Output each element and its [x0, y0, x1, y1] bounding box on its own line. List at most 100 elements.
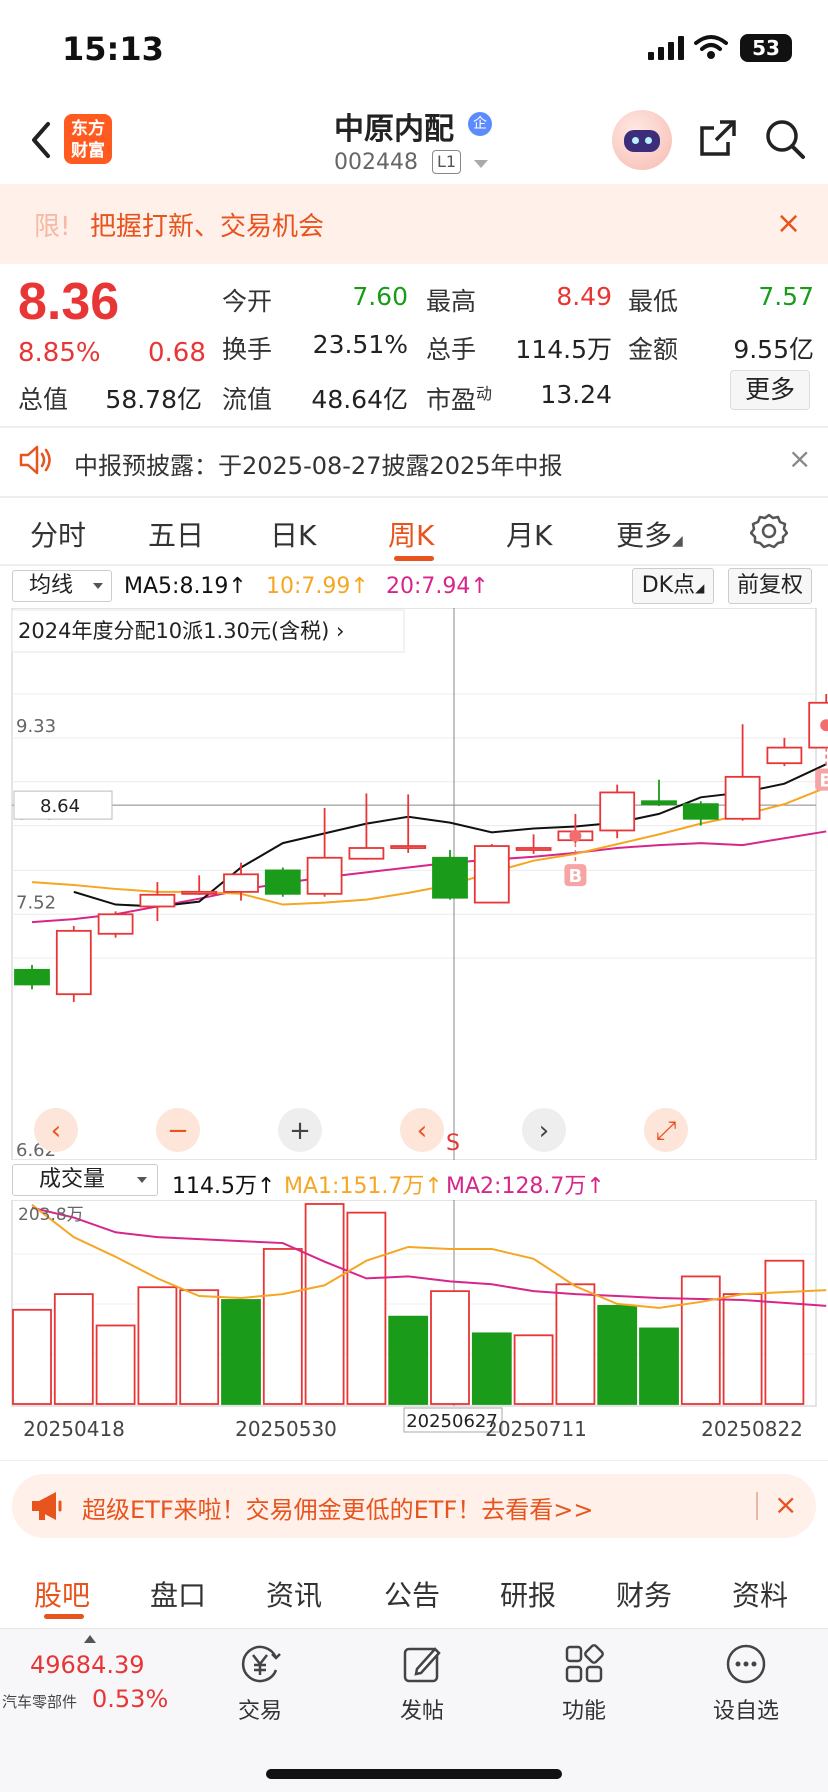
buy-marker-label: B — [569, 866, 583, 887]
promo-prefix: 限! — [34, 212, 71, 242]
stock-code: 002448 — [334, 150, 418, 175]
turnover-label: 换手 — [222, 335, 273, 364]
more-button[interactable]: 更多 — [730, 370, 810, 410]
gear-icon[interactable] — [750, 512, 788, 550]
nav-trade[interactable]: 交易 — [200, 1639, 320, 1725]
adjust-button[interactable]: 前复权 — [728, 568, 812, 604]
tab-monthly-k[interactable]: 月K — [506, 514, 552, 554]
candle-body — [223, 873, 259, 893]
volume-indicator-select[interactable]: 成交量 — [12, 1164, 158, 1196]
volume-toolbar: 成交量 114.5万↑ MA1:151.7万↑ MA2:128.7万↑ — [0, 1162, 828, 1200]
tab-weekly-k[interactable]: 周K — [388, 514, 434, 554]
volume-bar — [221, 1299, 261, 1405]
notice-bar[interactable]: 中报预披露：于2025-08-27披露2025年中报 × — [0, 428, 828, 496]
tab-pankou[interactable]: 盘口 — [150, 1574, 206, 1614]
tab-finance[interactable]: 财务 — [616, 1574, 672, 1614]
tab-intraday[interactable]: 分时 — [30, 514, 86, 554]
home-indicator — [266, 1769, 562, 1779]
volume-bar — [53, 1293, 94, 1405]
volume-bar — [639, 1327, 679, 1405]
app-logo: 东方 财富 — [64, 114, 112, 164]
enterprise-badge: 企 — [468, 112, 492, 136]
turnover-value: 23.51% — [312, 330, 408, 359]
svg-text:›: › — [539, 1116, 549, 1146]
etf-banner-text: 超级ETF来啦！交易佣金更低的ETF！去看看>> — [82, 1496, 594, 1524]
candle-body — [306, 856, 343, 895]
search-icon[interactable] — [764, 118, 806, 160]
chevron-down-icon[interactable] — [474, 160, 488, 168]
volume-label: 总手 — [426, 335, 477, 364]
candle-body — [97, 913, 134, 935]
cellular-signal-icon — [648, 36, 684, 60]
volume-bar — [430, 1290, 470, 1405]
tab-guba[interactable]: 股吧 — [34, 1574, 90, 1614]
crosshair-date-label: 20250627 — [406, 1411, 498, 1432]
tab-research[interactable]: 研报 — [500, 1574, 556, 1614]
scroll-left-button[interactable]: ‹ — [34, 1108, 78, 1152]
nav-add-watchlist[interactable]: 设自选 — [686, 1639, 806, 1725]
svg-text:⤢: ⤢ — [656, 1116, 677, 1146]
sell-marker-label: S — [446, 1131, 460, 1156]
x-date-label: 20250530 — [235, 1417, 337, 1441]
candle-body — [264, 869, 301, 895]
y-tick-label: 9.33 — [16, 716, 56, 737]
indicator-select[interactable]: 均线 — [12, 570, 112, 602]
next-button[interactable]: › — [522, 1108, 566, 1152]
change-amount: 0.68 — [148, 338, 206, 368]
sector-index-value[interactable]: 49684.39 — [30, 1651, 145, 1679]
fullscreen-button[interactable]: ⤢ — [644, 1108, 688, 1152]
stock-name: 中原内配 — [334, 112, 454, 147]
candlestick-chart[interactable]: BBS 2024年度分配10派1.30元(含税) ›9.338.437.526.… — [0, 608, 828, 1160]
close-icon[interactable]: × — [774, 1488, 797, 1521]
promo-banner[interactable]: 限! 把握打新、交易机会 × — [0, 184, 828, 264]
last-price: 8.36 — [18, 273, 120, 331]
volume-bar — [513, 1334, 554, 1405]
volume-bar — [555, 1283, 596, 1405]
nav-post[interactable]: 发帖 — [362, 1639, 482, 1725]
candle-body — [55, 929, 92, 996]
tab-news[interactable]: 资讯 — [266, 1574, 322, 1614]
tab-five-day[interactable]: 五日 — [148, 514, 204, 554]
volume-ma1: MA1:151.7万↑ — [284, 1174, 443, 1199]
zoom-in-button[interactable]: + — [278, 1108, 322, 1152]
svg-text:‹: ‹ — [51, 1116, 61, 1146]
back-arrow-icon[interactable] — [26, 118, 56, 162]
sector-index-pct: 0.53% — [92, 1685, 169, 1713]
volume-value: 114.5万↑ — [172, 1174, 276, 1199]
assistant-robot-icon[interactable] — [612, 110, 672, 170]
change-percent: 8.85% — [18, 338, 101, 368]
close-icon[interactable]: × — [788, 442, 811, 475]
prev-button[interactable]: ‹ — [400, 1108, 444, 1152]
status-time: 15:13 — [62, 30, 164, 68]
chevron-up-icon[interactable] — [84, 1635, 96, 1643]
yen-circle-icon — [241, 1645, 281, 1683]
x-date-label: 20250711 — [485, 1417, 587, 1441]
close-icon[interactable]: × — [776, 206, 801, 241]
candle-body — [515, 847, 552, 851]
float-value-label: 流值 — [222, 385, 273, 414]
divider — [0, 1460, 828, 1461]
share-icon[interactable] — [698, 118, 738, 158]
volume-chart[interactable]: 203.8万 20250418 20250530 2025062720250711 20… — [0, 1200, 828, 1464]
ma5-value: MA5:8.19↑ — [124, 574, 247, 599]
wifi-icon — [694, 35, 728, 59]
chevron-down-icon: ◢ — [695, 581, 705, 595]
etf-banner[interactable]: 超级ETF来啦！交易佣金更低的ETF！去看看>> × — [12, 1474, 816, 1538]
open-value: 7.60 — [352, 282, 408, 311]
megaphone-icon — [32, 1492, 62, 1520]
volume-bar — [597, 1304, 638, 1405]
tab-announcements[interactable]: 公告 — [384, 1574, 440, 1614]
dk-point-button[interactable]: DK点◢ — [632, 568, 714, 604]
tab-profile[interactable]: 资料 — [732, 1574, 788, 1614]
promo-text: 把握打新、交易机会 — [90, 212, 325, 242]
nav-functions[interactable]: 功能 — [524, 1639, 644, 1725]
tab-more[interactable]: 更多◢ — [616, 514, 683, 554]
chevron-down-icon: ◢ — [672, 533, 683, 549]
buy-dot-marker — [569, 829, 582, 842]
edit-icon — [403, 1647, 441, 1683]
candle-body — [348, 847, 385, 860]
chevron-down-icon — [137, 1177, 147, 1183]
tab-daily-k[interactable]: 日K — [270, 514, 316, 554]
svg-text:+: + — [289, 1116, 311, 1146]
zoom-out-button[interactable]: − — [156, 1108, 200, 1152]
